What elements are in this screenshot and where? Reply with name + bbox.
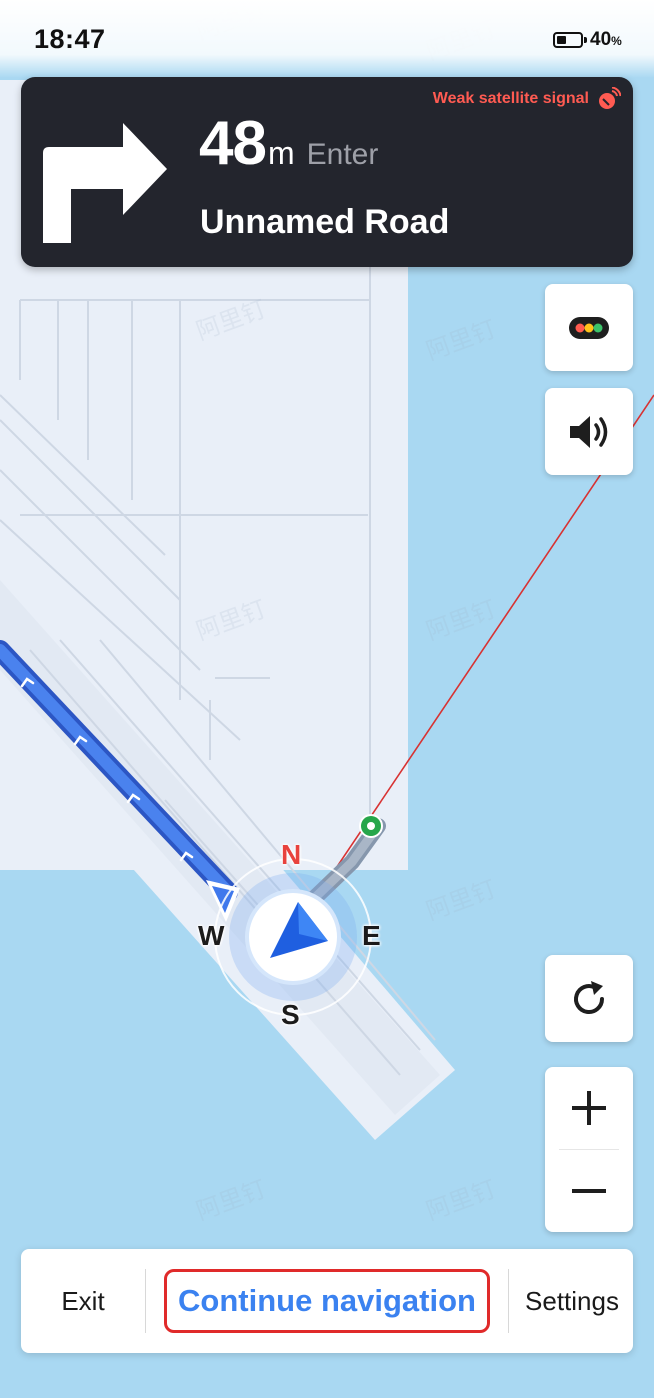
refresh-icon (574, 980, 604, 1014)
divider (508, 1269, 509, 1333)
refresh-button[interactable] (545, 955, 633, 1042)
signal-warning-text: Weak satellite signal (432, 90, 589, 107)
distance-unit: m (267, 135, 295, 171)
maneuver-action: Enter (306, 138, 379, 171)
zoom-in-button[interactable] (545, 1067, 633, 1149)
sound-button[interactable] (545, 388, 633, 475)
compass-east-label: E (362, 920, 381, 951)
zoom-controls (545, 1067, 633, 1232)
battery-icon (553, 32, 583, 48)
plus-icon (572, 1091, 606, 1125)
navigation-banner: 48 m Enter Unnamed Road Weak satellite s… (21, 77, 633, 267)
compass-south-label: S (281, 999, 300, 1030)
compass-north-label: N (281, 839, 302, 870)
zoom-out-button[interactable] (545, 1150, 633, 1232)
status-bar: 18:47 40% (0, 0, 654, 78)
speaker-icon (570, 415, 608, 448)
clock: 18:47 (34, 24, 106, 54)
traffic-light-icon (569, 316, 609, 339)
battery-percent: 40 (590, 29, 612, 50)
continue-navigation-button[interactable]: Continue navigation (164, 1269, 490, 1333)
battery-indicator: 40% (553, 29, 622, 51)
signal-warning: Weak satellite signal (433, 87, 621, 111)
settings-button[interactable]: Settings (511, 1249, 633, 1353)
divider (145, 1269, 146, 1333)
road-name: Unnamed Road (200, 203, 450, 241)
battery-unit: % (611, 34, 622, 48)
distance-value: 48 (199, 109, 267, 178)
bottom-action-bar: Exit Continue navigation Settings (21, 1249, 633, 1353)
exit-button[interactable]: Exit (21, 1249, 145, 1353)
minus-icon (572, 1189, 606, 1193)
traffic-button[interactable] (545, 284, 633, 371)
satellite-icon (599, 87, 621, 109)
turn-right-arrow-icon (43, 123, 167, 243)
compass-west-label: W (198, 920, 225, 951)
distance-readout: 48 m Enter (199, 113, 378, 175)
